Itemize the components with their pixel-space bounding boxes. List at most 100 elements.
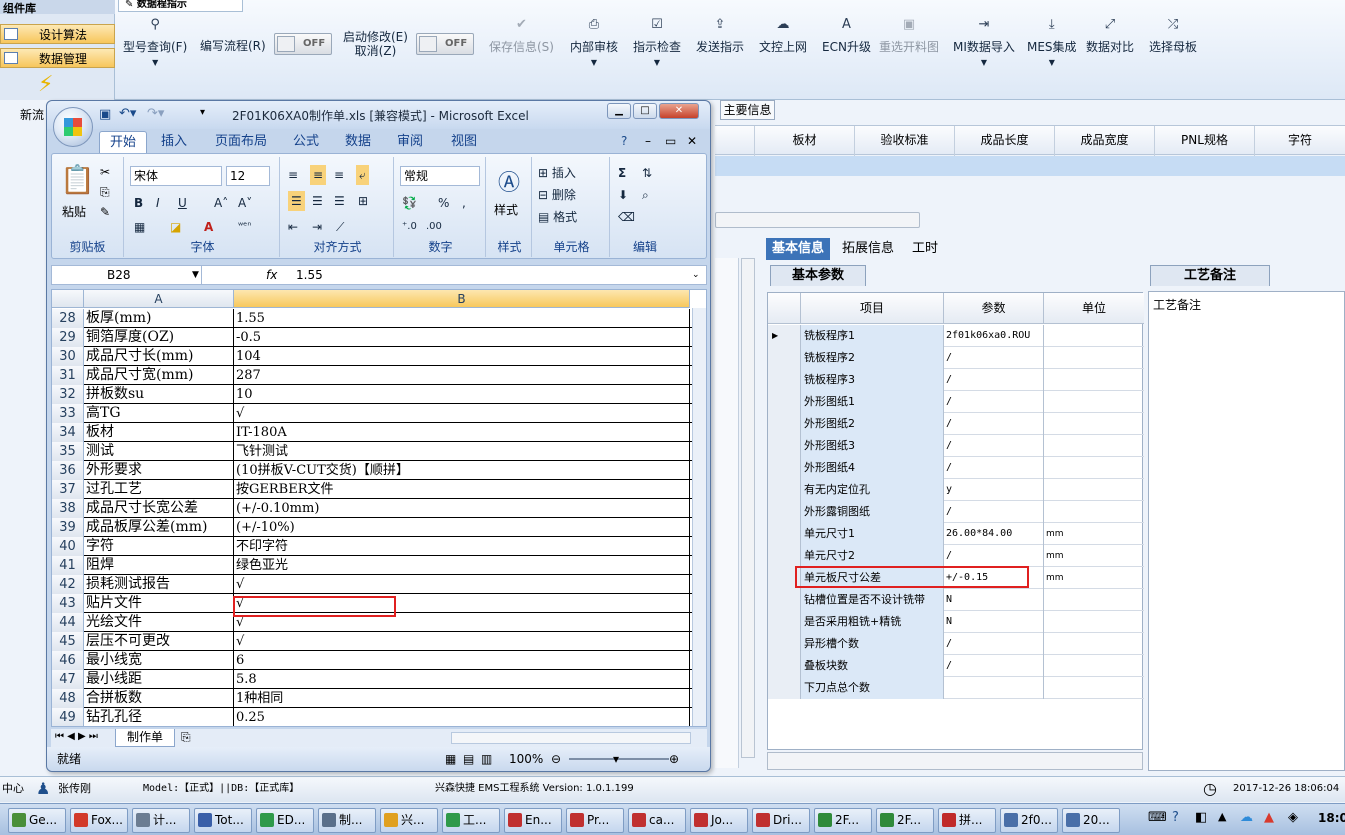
- col-header-item[interactable]: 项目: [801, 293, 944, 324]
- cell-b[interactable]: (10拼板V-CUT交货)【顺拼】: [234, 461, 690, 480]
- cell-b[interactable]: 287: [234, 366, 690, 385]
- volume-icon[interactable]: ◈: [1288, 810, 1298, 825]
- align-top-icon[interactable]: ≡: [288, 165, 298, 185]
- row-number[interactable]: 45: [52, 632, 84, 651]
- align-center-icon[interactable]: ☰: [312, 191, 323, 211]
- tray-app-icon[interactable]: ☁: [1240, 810, 1253, 825]
- main-info-tab[interactable]: 主要信息: [720, 100, 775, 120]
- modify-toggle[interactable]: OFF: [416, 33, 474, 55]
- cell-a[interactable]: 测试: [84, 442, 234, 461]
- taskbar-button[interactable]: Dri...: [752, 808, 810, 833]
- nav-item-data-management[interactable]: 数据管理: [0, 48, 115, 68]
- align-middle-icon[interactable]: ≡: [310, 165, 327, 185]
- param-value[interactable]: 2f01k06xa0.ROU: [944, 325, 1044, 347]
- cell-a[interactable]: 最小线距: [84, 670, 234, 689]
- sort-filter-icon[interactable]: ⇅: [642, 163, 652, 183]
- zoom-level[interactable]: 100%: [509, 747, 543, 771]
- row-number[interactable]: 32: [52, 385, 84, 404]
- fill-icon[interactable]: ⬇: [618, 185, 628, 205]
- row-number[interactable]: 38: [52, 499, 84, 518]
- percent-icon[interactable]: %: [438, 193, 449, 213]
- params-row[interactable]: 铣板程序2/: [768, 347, 1144, 369]
- taskbar-button[interactable]: Fox...: [70, 808, 128, 833]
- row-number[interactable]: 39: [52, 518, 84, 537]
- decrease-indent-icon[interactable]: ⇤: [288, 217, 298, 237]
- clear-icon[interactable]: ⌫: [618, 207, 635, 227]
- grow-font-icon[interactable]: A˄: [214, 193, 228, 213]
- ribbon-close-icon[interactable]: ✕: [687, 134, 697, 148]
- taskbar-button[interactable]: ca...: [628, 808, 686, 833]
- params-row[interactable]: 钻槽位置是否不设计铣带 N: [768, 589, 1144, 611]
- cell-b[interactable]: (+/-0.10mm): [234, 499, 690, 518]
- cell-b[interactable]: 飞针测试: [234, 442, 690, 461]
- phonetic-icon[interactable]: ʷᵉⁿ: [238, 217, 251, 237]
- params-row[interactable]: 外形图纸4/: [768, 457, 1144, 479]
- align-bottom-icon[interactable]: ≡: [334, 165, 344, 185]
- tab-view[interactable]: 视图: [441, 131, 487, 153]
- font-size-select[interactable]: 12: [226, 166, 270, 186]
- row-number[interactable]: 48: [52, 689, 84, 708]
- tab-review[interactable]: 审阅: [387, 131, 433, 153]
- maximize-button[interactable]: □: [633, 103, 657, 119]
- tab-page-layout[interactable]: 页面布局: [205, 131, 277, 153]
- cell-b[interactable]: 1种相同: [234, 689, 690, 708]
- autosum-icon[interactable]: Σ: [618, 163, 626, 183]
- cell-a[interactable]: 阻焊: [84, 556, 234, 575]
- horizontal-scrollbar[interactable]: [715, 212, 920, 228]
- row-number[interactable]: 35: [52, 442, 84, 461]
- copy-icon[interactable]: ⎘: [100, 185, 110, 200]
- cell-a[interactable]: 铜箔厚度(OZ): [84, 328, 234, 347]
- row-number[interactable]: 40: [52, 537, 84, 556]
- mi-data-import-button[interactable]: ⇥ MI数据导入 ▼: [953, 18, 1015, 90]
- cut-icon[interactable]: ✂: [100, 165, 110, 179]
- taskbar-button[interactable]: 计...: [132, 808, 190, 833]
- col-header-length[interactable]: 成品长度: [955, 126, 1055, 156]
- params-row[interactable]: 外形露铜图纸 /: [768, 501, 1144, 523]
- chevron-up-icon[interactable]: ▲: [1218, 810, 1226, 823]
- params-row[interactable]: 叠板块数 /: [768, 655, 1144, 677]
- cell-b[interactable]: 104: [234, 347, 690, 366]
- params-row[interactable]: 是否采用粗铣+精铣 N: [768, 611, 1144, 633]
- orientation-icon[interactable]: ⟋: [336, 217, 344, 237]
- taskbar-button[interactable]: 2f0...: [1000, 808, 1058, 833]
- taskbar-clock[interactable]: 18:0: [1318, 811, 1345, 825]
- name-box[interactable]: B28: [52, 266, 202, 284]
- tab-insert[interactable]: 插入: [151, 131, 197, 153]
- params-row[interactable]: 铣板程序3/: [768, 369, 1144, 391]
- taskbar-button[interactable]: Pr...: [566, 808, 624, 833]
- params-row[interactable]: 外形图纸2/: [768, 413, 1144, 435]
- row-number[interactable]: 49: [52, 708, 84, 726]
- cell-b[interactable]: 绿色亚光: [234, 556, 690, 575]
- params-row[interactable]: 单元尺寸2/mm: [768, 545, 1144, 567]
- page-break-view-icon[interactable]: ▥: [481, 747, 492, 771]
- styles-button[interactable]: 样式: [494, 201, 518, 218]
- params-row[interactable]: 外形图纸3/: [768, 435, 1144, 457]
- row-number[interactable]: 29: [52, 328, 84, 347]
- formula-input[interactable]: 1.55: [296, 266, 323, 284]
- cell-b[interactable]: √: [234, 632, 690, 651]
- tab-basic-params[interactable]: 基本参数: [770, 265, 866, 286]
- col-header-width[interactable]: 成品宽度: [1055, 126, 1155, 156]
- save-info-button[interactable]: ✔ 保存信息(S): [489, 18, 554, 90]
- cell-a[interactable]: 损耗测试报告: [84, 575, 234, 594]
- ribbon-restore-icon[interactable]: ▭: [665, 134, 676, 148]
- cell-a[interactable]: 钻孔孔径: [84, 708, 234, 726]
- number-format-select[interactable]: 常规: [400, 166, 480, 186]
- decrease-decimal-icon[interactable]: .00: [426, 217, 442, 237]
- select-mother-board-button[interactable]: ⤮ 选择母板: [1149, 18, 1197, 90]
- start-modify-button[interactable]: 启动修改(E) 取消(Z): [343, 30, 408, 102]
- save-icon[interactable]: ▣: [99, 107, 111, 122]
- font-name-select[interactable]: 宋体: [130, 166, 222, 186]
- row-number[interactable]: 37: [52, 480, 84, 499]
- fill-color-icon[interactable]: ◪: [170, 217, 181, 237]
- excel-titlebar[interactable]: ▣ ↶▾ ↷▾ ▾ 2F01K06XA0制作单.xls [兼容模式] - Mic…: [47, 101, 710, 129]
- cell-b[interactable]: 6: [234, 651, 690, 670]
- tab-extended-info[interactable]: 拓展信息: [836, 238, 900, 260]
- underline-icon[interactable]: U: [178, 193, 187, 213]
- cell-a[interactable]: 层压不可更改: [84, 632, 234, 651]
- param-value[interactable]: 26.00*84.00: [944, 523, 1044, 545]
- write-flow-button[interactable]: 编写流程(R): [200, 37, 266, 109]
- sheet-tab-production[interactable]: 制作单: [115, 729, 175, 747]
- row-number[interactable]: 47: [52, 670, 84, 689]
- customize-qat-icon[interactable]: ▾: [200, 107, 205, 118]
